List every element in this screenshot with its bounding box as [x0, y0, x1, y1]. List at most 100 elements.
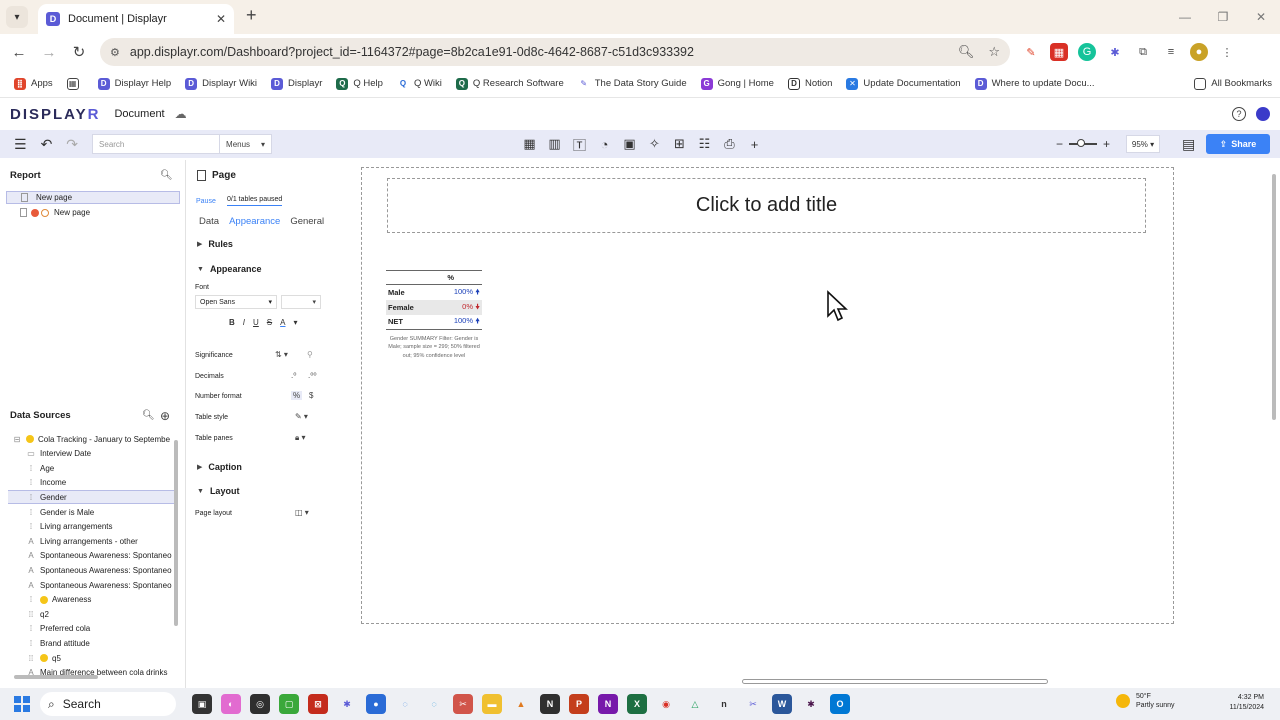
magic-wand-icon[interactable]: ✧	[647, 136, 662, 152]
data-source-item[interactable]: ⁞ Living arrangements	[8, 520, 174, 534]
all-bookmarks[interactable]: All Bookmarks	[1194, 77, 1272, 90]
data-sources-scrollbar[interactable]	[174, 440, 178, 626]
zoom-app-icon[interactable]: ●	[366, 694, 386, 714]
tab-general[interactable]: General	[290, 216, 324, 227]
percent-format-icon[interactable]: %	[291, 391, 303, 400]
bold-icon[interactable]: B	[229, 318, 235, 327]
underline-icon[interactable]: U	[253, 318, 259, 327]
data-source-item[interactable]: ⁞ Gender is Male	[8, 505, 174, 519]
profile-avatar-icon[interactable]: ●	[1190, 43, 1208, 61]
taskbar-search[interactable]: ⌕ Search	[40, 692, 176, 716]
page-item[interactable]: New page	[6, 206, 180, 219]
page-item[interactable]: New page	[6, 191, 180, 204]
page-title-placeholder[interactable]: Click to add title	[387, 178, 1146, 233]
report-search-icon[interactable]: 🔍︎	[160, 170, 173, 181]
lock-icon[interactable]: 🔒︎ ▾	[295, 433, 306, 443]
browser-tab[interactable]: D Document | Displayr ✕	[38, 4, 234, 34]
data-source-item[interactable]: ⁞ Age	[8, 461, 174, 475]
canvas-horizontal-scrollbar[interactable]	[742, 679, 1048, 684]
pdf-extension-icon[interactable]: ▦	[1050, 43, 1068, 61]
decrease-decimals-icon[interactable]: .⁰	[291, 371, 296, 380]
app-red-icon[interactable]: ⊠	[308, 694, 328, 714]
data-source-item[interactable]: ⁞ Income	[8, 476, 174, 490]
calculation-icon[interactable]: ⊞	[672, 136, 687, 152]
system-clock[interactable]: 4:32 PM 11/15/2024	[1214, 693, 1264, 713]
data-source-item[interactable]: A Spontaneous Awareness: Spontaneo	[8, 549, 174, 563]
bookmark-displayr[interactable]: D Displayr	[271, 77, 322, 90]
bookmark-q-help[interactable]: QQ Help	[336, 77, 383, 90]
visualization-icon[interactable]: ⎙	[722, 136, 737, 152]
windows-start-icon[interactable]	[14, 696, 30, 712]
app-n-icon[interactable]: n	[714, 694, 734, 714]
tab-appearance[interactable]: Appearance	[229, 216, 280, 227]
undo-icon[interactable]: ↶	[41, 136, 53, 153]
table-row[interactable]: Male 100% 🠝	[386, 285, 482, 300]
tab-search-menu-icon[interactable]: ▾	[6, 6, 28, 28]
reload-icon[interactable]: ↻	[64, 43, 94, 61]
zoom-slider-handle[interactable]	[1077, 139, 1086, 147]
outlook-icon[interactable]: O	[830, 694, 850, 714]
table-row[interactable]: NET 100% 🠝	[386, 315, 482, 330]
chart-icon[interactable]: ▥	[547, 136, 562, 152]
bookmark-where-to-update[interactable]: D Where to update Docu...	[974, 77, 1095, 90]
data-source-item[interactable]: ⁞ Preferred cola	[8, 622, 174, 636]
document-name[interactable]: Document	[114, 108, 164, 120]
add-data-source-icon[interactable]: ⊕	[160, 409, 170, 423]
word-icon[interactable]: W	[772, 694, 792, 714]
grammarly-icon[interactable]: G	[1078, 43, 1096, 61]
bookmark-apps[interactable]: ⣿ Apps	[14, 77, 53, 90]
url-omnibox[interactable]: ⚙ app.displayr.com/Dashboard?project_id=…	[100, 38, 1010, 66]
zoom-level-select[interactable]: 95% ▾	[1126, 135, 1161, 153]
share-button[interactable]: ⇪ Share	[1206, 134, 1270, 154]
forward-icon[interactable]: →	[34, 44, 64, 61]
summary-table[interactable]: % Male 100% 🠝 Female 0% 🠟 NET 100% 🠝	[386, 270, 482, 330]
bookmark-q-wiki[interactable]: QQ Wiki	[396, 77, 442, 90]
bookmark-q-research[interactable]: QQ Research Software	[455, 77, 564, 90]
section-caption[interactable]: ▶ Caption	[197, 462, 242, 472]
media-controls-icon[interactable]: ≡	[1162, 43, 1180, 61]
back-icon[interactable]: ←	[4, 44, 34, 61]
extensions-puzzle-icon[interactable]: ⧉	[1134, 43, 1152, 61]
settings-gear-icon[interactable]: ✱	[337, 694, 357, 714]
data-source-item[interactable]: ⊟ Cola Tracking - January to Septembe	[8, 432, 174, 446]
minimize-icon[interactable]: —	[1166, 0, 1204, 34]
redo-icon[interactable]: ↷	[66, 136, 78, 153]
bookmark-notion[interactable]: D Notion	[787, 77, 832, 90]
tab-data[interactable]: Data	[199, 216, 219, 227]
chrome-icon[interactable]: ◉	[656, 694, 676, 714]
edge-beta-icon[interactable]: ◌	[424, 694, 444, 714]
close-tab-icon[interactable]: ✕	[216, 12, 226, 26]
displayr-logo[interactable]: DISPLAYR	[10, 106, 100, 123]
bookmark-gong[interactable]: G Gong | Home	[700, 77, 774, 90]
file-explorer-icon[interactable]: ▬	[482, 694, 502, 714]
bookmark-data-story[interactable]: ✎ The Data Story Guide	[577, 77, 687, 90]
significance-select[interactable]: ⇅ ▾	[275, 350, 288, 359]
data-source-item[interactable]: ⁞⁞ q5	[8, 651, 174, 665]
dell-icon[interactable]: ◎	[250, 694, 270, 714]
bookmark-displayr-wiki[interactable]: D Displayr Wiki	[185, 77, 257, 90]
zoom-slider[interactable]	[1069, 139, 1098, 147]
page-layout-select[interactable]: ◫ ▾	[295, 508, 309, 517]
section-rules[interactable]: ▶ Rules	[197, 239, 233, 249]
increase-decimals-icon[interactable]: .⁰⁰	[308, 371, 317, 380]
data-sources-h-scrollbar[interactable]	[14, 675, 98, 679]
maximize-icon[interactable]: ❐	[1204, 0, 1242, 34]
slack-icon[interactable]: ✱	[801, 694, 821, 714]
data-sources-search-icon[interactable]: 🔍︎	[142, 410, 155, 421]
bookmark-star-icon[interactable]: ☆	[988, 44, 1000, 60]
comments-icon[interactable]: ▤	[1182, 136, 1195, 153]
data-source-item[interactable]: A Spontaneous Awareness: Spontaneo	[8, 563, 174, 577]
task-view-icon[interactable]: ▣	[192, 694, 212, 714]
canvas-vertical-scrollbar[interactable]	[1272, 174, 1276, 420]
app-green-icon[interactable]: ▢	[279, 694, 299, 714]
data-source-item[interactable]: ⁞ Awareness	[8, 593, 174, 607]
data-source-item[interactable]: ▭ Interview Date	[8, 447, 174, 461]
font-size-select[interactable]: ▾	[281, 295, 321, 309]
chrome-menu-icon[interactable]: ⋮	[1218, 43, 1236, 61]
excel-icon[interactable]: X	[627, 694, 647, 714]
close-window-icon[interactable]: ✕	[1242, 0, 1280, 34]
paused-status[interactable]: 0/1 tables paused	[227, 196, 283, 206]
data-source-item[interactable]: A Spontaneous Awareness: Spontaneo	[8, 578, 174, 592]
toolbar-search-input[interactable]: Search	[92, 134, 221, 154]
notion-taskbar-icon[interactable]: N	[540, 694, 560, 714]
